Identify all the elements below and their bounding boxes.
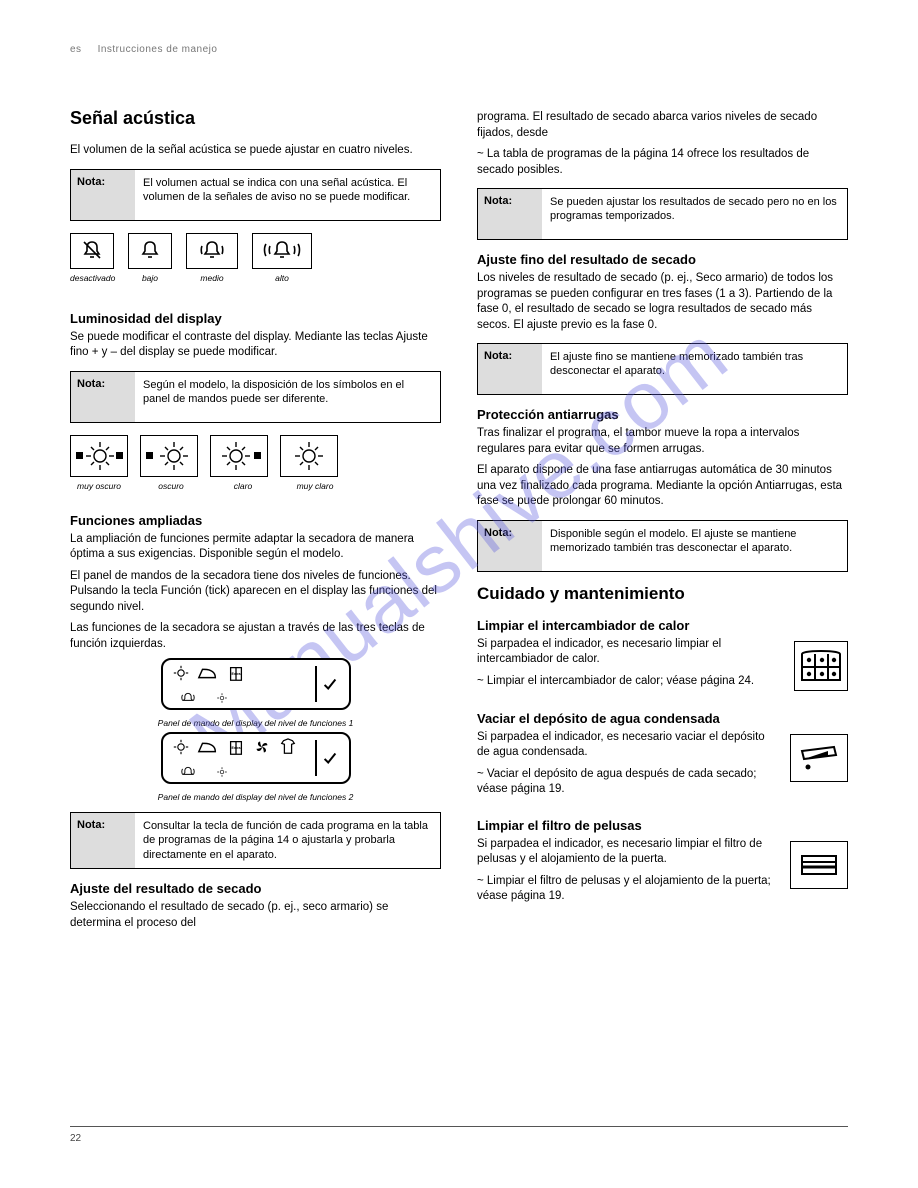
cap-d: muy claro — [286, 481, 344, 491]
finetune-title: Ajuste fino del resultado de secado — [477, 252, 848, 267]
cond-title: Vaciar el depósito de agua condensada — [477, 711, 848, 726]
ext-title: Funciones ampliadas — [70, 513, 441, 528]
tick-icon — [315, 666, 343, 702]
brand-label: es — [70, 44, 82, 55]
sun-bright-icon — [210, 435, 268, 477]
section-label: Instrucciones de manejo — [98, 44, 218, 55]
note-text: Disponible según el modelo. El ajuste se… — [542, 521, 847, 571]
note-text: Consultar la tecla de función de cada pr… — [135, 813, 440, 868]
page-number: 22 — [70, 1133, 81, 1144]
brightness-icons — [70, 435, 441, 477]
note-finetune: Nota: El ajuste fino se mantiene memoriz… — [477, 343, 848, 395]
note-ext: Nota: Consultar la tecla de función de c… — [70, 812, 441, 869]
page-header: es Instrucciones de manejo — [70, 44, 848, 55]
heat-body: Si parpadea el indicador, es necesario l… — [477, 637, 848, 668]
note-label: Nota: — [478, 521, 542, 571]
panel-level-2: Extra — [161, 732, 351, 784]
cap-low: bajo — [128, 273, 172, 283]
note-label: Nota: — [478, 189, 542, 239]
anti-p2: El aparato dispone de una fase antiarrug… — [477, 463, 848, 510]
heat-title: Limpiar el intercambiador de calor — [477, 618, 848, 633]
cupboard-icon: Extra — [227, 738, 245, 756]
brightness-intro: Se puede modificar el contraste del disp… — [70, 330, 441, 361]
bell-low-icon — [128, 233, 172, 269]
brightness-captions: muy oscuro oscuro claro muy claro — [70, 481, 441, 491]
ext-p3: Las funciones de la secadora se ajustan … — [70, 621, 441, 652]
shirt-icon — [279, 738, 297, 756]
panel-cap-1: Panel de mando del display del nivel de … — [70, 718, 441, 728]
buzzer-captions: desactivado bajo medio alto — [70, 273, 441, 283]
svg-text:Extra: Extra — [231, 672, 241, 676]
lint-title: Limpiar el filtro de pelusas — [477, 818, 848, 833]
finetune-body: Los niveles de resultado de secado (p. e… — [477, 271, 848, 333]
note-label: Nota: — [478, 344, 542, 394]
note-label: Nota: — [71, 170, 135, 220]
condensate-tank-icon — [790, 734, 848, 782]
sun-dark-icon — [140, 435, 198, 477]
panel-level-1: Extra — [161, 658, 351, 710]
note-anti: Nota: Disponible según el modelo. El aju… — [477, 520, 848, 572]
right-column: programa. El resultado de secado abarca … — [477, 108, 848, 937]
sun-small-icon — [215, 766, 229, 778]
note-text: El volumen actual se indica con una seña… — [135, 170, 440, 220]
cap-med: medio — [186, 273, 238, 283]
sun-icon — [173, 739, 189, 755]
heat-link: ~ Limpiar el intercambiador de calor; vé… — [477, 674, 848, 690]
bell-small-icon — [177, 766, 199, 778]
sun-small-icon — [215, 692, 229, 704]
maint-title: Cuidado y mantenimiento — [477, 584, 848, 604]
brightness-title: Luminosidad del display — [70, 311, 441, 326]
bell-high-icon — [252, 233, 312, 269]
ext-p1: La ampliación de funciones permite adapt… — [70, 532, 441, 563]
note-program: Nota: Se pueden ajustar los resultados d… — [477, 188, 848, 240]
anti-title: Protección antiarrugas — [477, 407, 848, 422]
note-buzzer: Nota: El volumen actual se indica con un… — [70, 169, 441, 221]
page-title: Señal acústica — [70, 108, 441, 129]
cap-b: oscuro — [142, 481, 200, 491]
note-text: Se pueden ajustar los resultados de seca… — [542, 189, 847, 239]
buzzer-intro: El volumen de la señal acústica se puede… — [70, 143, 441, 159]
cupboard-icon: Extra — [227, 664, 245, 682]
panel-cap-2: Panel de mando del display del nivel de … — [70, 792, 441, 802]
page-footer: 22 — [70, 1126, 848, 1144]
cap-c: claro — [214, 481, 272, 491]
set-drying-body: Seleccionando el resultado de secado (p.… — [70, 900, 441, 931]
cap-a: muy oscuro — [70, 481, 128, 491]
sun-very-bright-icon — [280, 435, 338, 477]
tick-icon — [315, 740, 343, 776]
note-label: Nota: — [71, 372, 135, 422]
fan-icon — [253, 738, 271, 756]
ext-p2: El panel de mandos de la secadora tiene … — [70, 569, 441, 616]
set-drying-title: Ajuste del resultado de secado — [70, 881, 441, 896]
iron-icon — [197, 740, 219, 754]
program-line: programa. El resultado de secado abarca … — [477, 110, 848, 141]
lint-filter-icon — [790, 841, 848, 889]
bell-small-icon — [177, 692, 199, 704]
note-brightness: Nota: Según el modelo, la disposición de… — [70, 371, 441, 423]
cap-hi: alto — [252, 273, 312, 283]
note-text: El ajuste fino se mantiene memorizado ta… — [542, 344, 847, 394]
note-label: Nota: — [71, 813, 135, 868]
sun-very-dark-icon — [70, 435, 128, 477]
anti-p1: Tras finalizar el programa, el tambor mu… — [477, 426, 848, 457]
sun-icon — [173, 665, 189, 681]
program-line2: ~ La tabla de programas de la página 14 … — [477, 147, 848, 178]
note-text: Según el modelo, la disposición de los s… — [135, 372, 440, 422]
cap-off: desactivado — [70, 273, 114, 283]
bell-off-icon — [70, 233, 114, 269]
svg-text:Extra: Extra — [231, 746, 241, 750]
buzzer-icons — [70, 233, 441, 269]
iron-icon — [197, 666, 219, 680]
bell-medium-icon — [186, 233, 238, 269]
left-column: Señal acústica El volumen de la señal ac… — [70, 48, 441, 937]
heat-exchanger-icon — [794, 641, 848, 691]
